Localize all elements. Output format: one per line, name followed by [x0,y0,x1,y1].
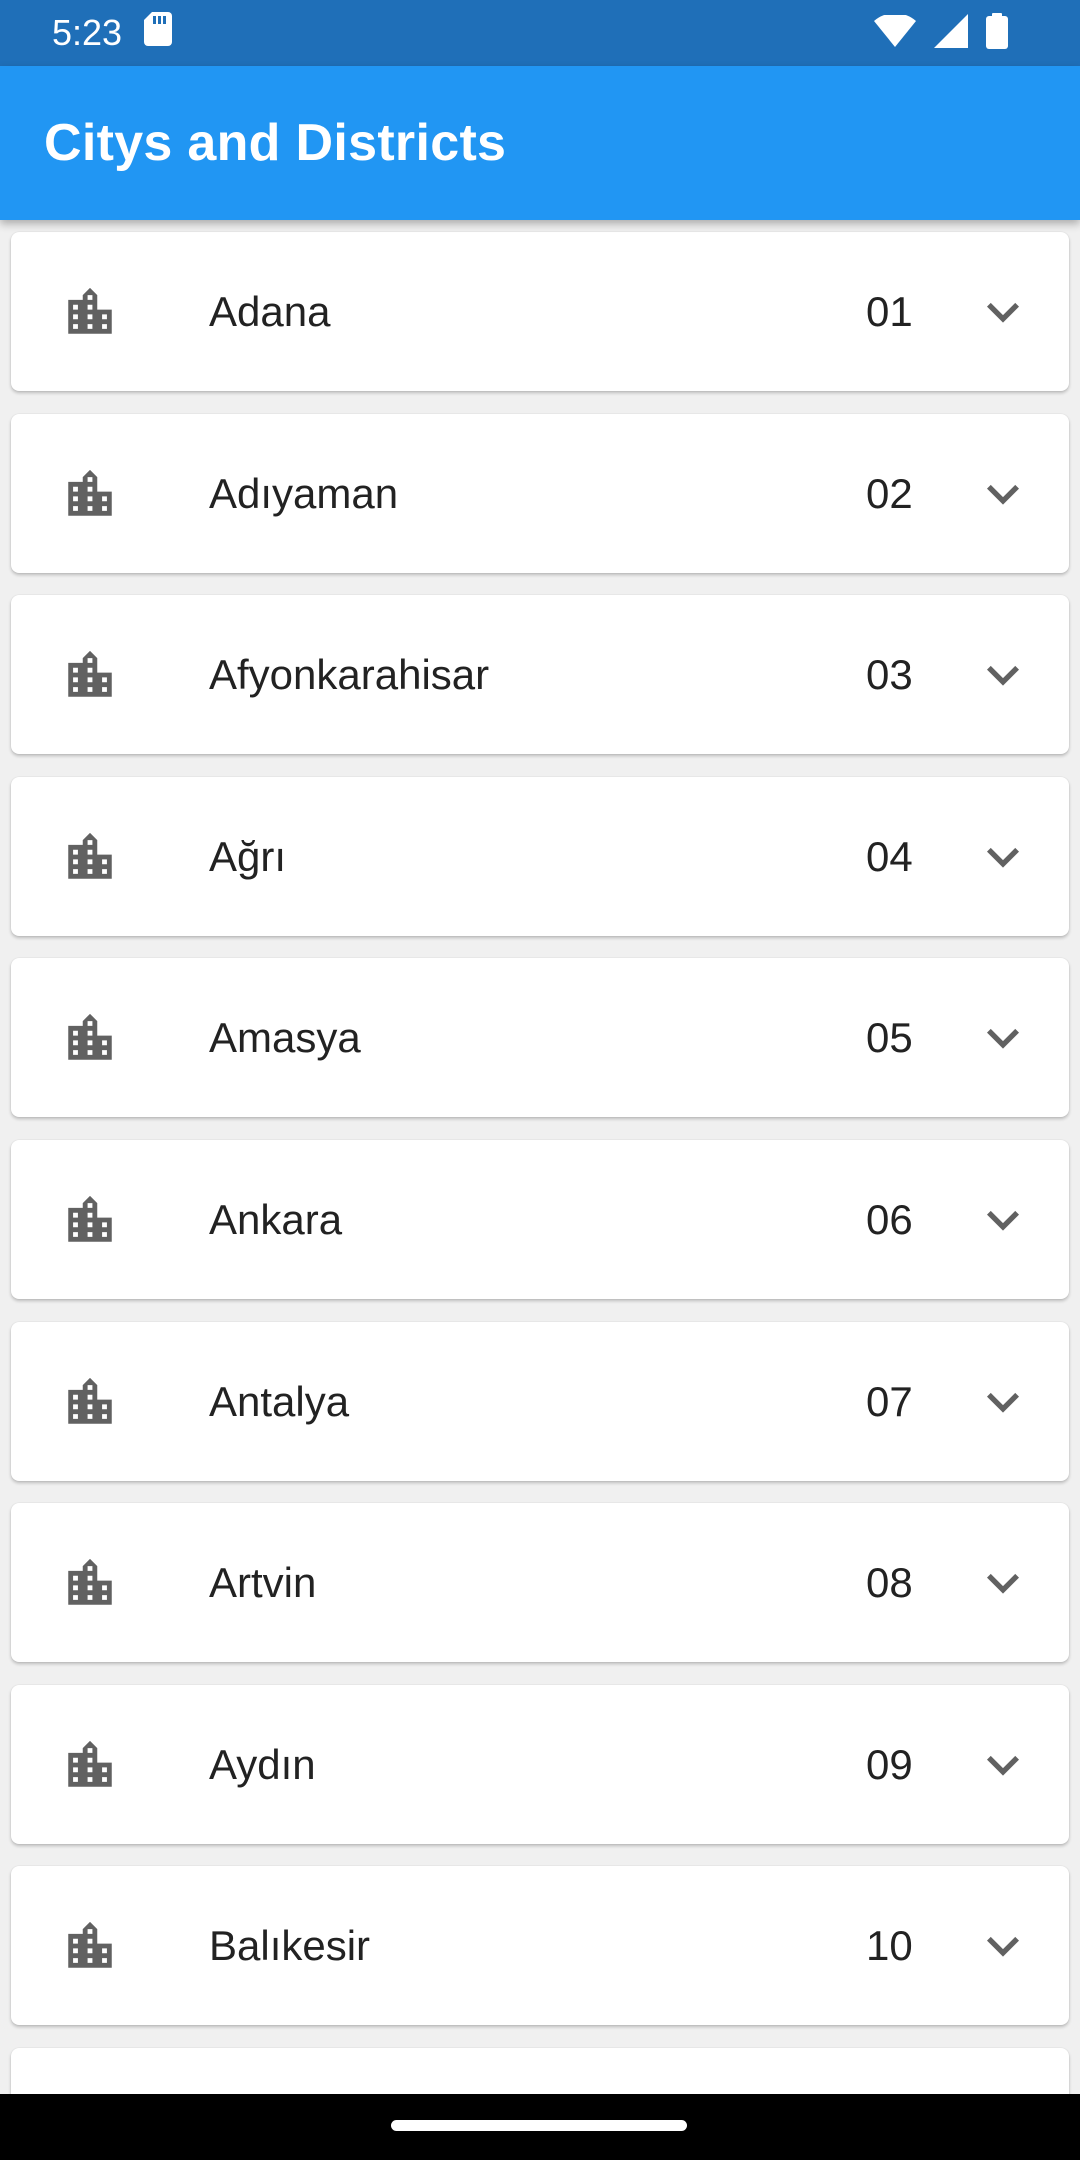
chevron-down-icon[interactable] [971,1733,1035,1797]
city-name: Adıyaman [209,469,399,517]
city-card[interactable]: Aydın 09 [11,1685,1069,1844]
city-plate-code: 04 [866,832,913,880]
city-name: Ağrı [209,832,287,880]
chevron-down-icon[interactable] [971,1370,1035,1434]
city-name: Ankara [209,1195,343,1243]
city-name: Artvin [209,1558,317,1606]
status-bar: 5:23 [0,0,1080,66]
city-name: Adana [209,287,331,335]
navigation-bar [0,2094,1080,2160]
city-plate-code: 10 [866,1921,913,1969]
city-plate-code: 09 [866,1740,913,1788]
city-plate-code: 07 [866,1377,913,1425]
city-plate-code: 02 [866,469,913,517]
chevron-down-icon[interactable] [971,280,1035,344]
city-card[interactable]: Amasya 05 [11,958,1069,1117]
city-icon [61,1009,119,1067]
city-card[interactable]: Adana 01 [11,232,1069,391]
city-icon [61,1917,119,1975]
city-name: Antalya [209,1377,350,1425]
home-gesture-handle[interactable] [391,2120,687,2131]
chevron-down-icon[interactable] [971,1188,1035,1252]
city-card[interactable]: Balıkesir 10 [11,1866,1069,2025]
wifi-icon [874,12,916,52]
city-icon [61,1554,119,1612]
status-left: 5:23 [52,11,173,55]
city-name: Balıkesir [209,1921,371,1969]
city-icon [61,828,119,886]
page-title: Citys and Districts [44,114,507,172]
chevron-down-icon[interactable] [971,825,1035,889]
city-icon [61,283,119,341]
status-right [874,12,1008,54]
city-icon [61,465,119,523]
app-bar: Citys and Districts [0,66,1080,220]
city-plate-code: 05 [866,1013,913,1061]
city-icon [61,1191,119,1249]
sd-card-icon [144,11,173,55]
status-time: 5:23 [52,12,123,53]
city-card[interactable]: Ankara 06 [11,1140,1069,1299]
city-list[interactable]: Adana 01 Adıyaman 02 Afyonkarahisar 03 Ağrı 04 A… [0,220,1080,2094]
city-card-partial[interactable] [11,2048,1069,2094]
city-icon [61,1373,119,1431]
chevron-down-icon[interactable] [971,1914,1035,1978]
chevron-down-icon[interactable] [971,1551,1035,1615]
city-plate-code: 08 [866,1558,913,1606]
chevron-down-icon[interactable] [971,462,1035,526]
city-plate-code: 03 [866,650,913,698]
city-card[interactable]: Ağrı 04 [11,777,1069,936]
city-icon [61,646,119,704]
chevron-down-icon[interactable] [971,643,1035,707]
city-icon [61,1736,119,1794]
city-plate-code: 01 [866,287,913,335]
city-name: Amasya [209,1013,361,1061]
city-plate-code: 06 [866,1195,913,1243]
battery-icon [986,12,1008,54]
city-name: Aydın [209,1740,316,1788]
signal-icon [934,13,968,53]
city-card[interactable]: Afyonkarahisar 03 [11,595,1069,754]
city-card[interactable]: Antalya 07 [11,1322,1069,1481]
city-name: Afyonkarahisar [209,650,490,698]
city-card[interactable]: Artvin 08 [11,1503,1069,1662]
city-card[interactable]: Adıyaman 02 [11,414,1069,573]
chevron-down-icon[interactable] [971,1006,1035,1070]
